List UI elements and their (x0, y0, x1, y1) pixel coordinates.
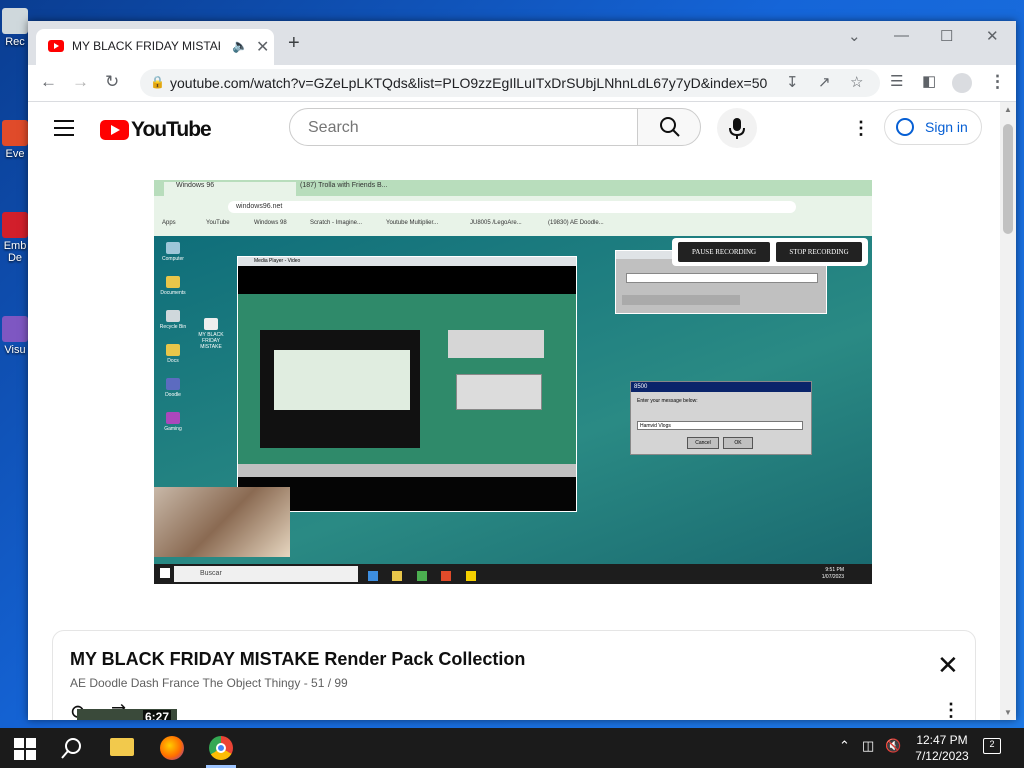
video-content-bookmark: Youtube Multiplier... (386, 220, 439, 226)
video-content-browser: Windows 96 (187) Trolla with Friends B..… (154, 180, 872, 236)
app-icon (2, 212, 28, 238)
maximize-button[interactable]: ☐ (940, 27, 953, 45)
app-icon (2, 120, 28, 146)
playlist-title[interactable]: MY BLACK FRIDAY MISTAKE Render Pack Coll… (70, 649, 525, 670)
desktop-icon-embarcadero[interactable]: Emb De (0, 212, 30, 264)
settings-more-icon[interactable]: ⋮ (852, 118, 870, 139)
app-icon (2, 316, 28, 342)
video-content-bookmark: Scratch - Imagine... (310, 220, 363, 226)
forward-arrow-icon[interactable]: → (72, 72, 89, 92)
video-content-bookmark: Apps (162, 220, 176, 226)
taskbar-search-button[interactable] (60, 736, 84, 760)
search-button[interactable] (637, 108, 701, 146)
browser-tab-active[interactable]: MY BLACK FRIDAY MISTAKE 🔈 ✕ (36, 29, 274, 65)
youtube-favicon-icon (48, 40, 64, 52)
browser-window: MY BLACK FRIDAY MISTAKE 🔈 ✕ + ⌄ — ☐ ✕ ← … (28, 21, 1016, 720)
network-icon[interactable]: ◫ (862, 738, 874, 754)
sign-in-button[interactable]: Sign in (884, 109, 982, 145)
video-content-cooking-thumbnail (154, 487, 290, 557)
page-scrollbar[interactable]: ▲ ▼ (1000, 102, 1016, 720)
search-icon (660, 117, 680, 137)
scroll-up-arrow-icon[interactable]: ▲ (1004, 105, 1012, 114)
youtube-play-icon (100, 120, 129, 140)
tab-search-chevron-icon[interactable]: ⌄ (848, 27, 861, 45)
lock-icon[interactable]: 🔒 (150, 75, 165, 89)
search-input[interactable] (306, 118, 610, 138)
search-box (289, 108, 638, 146)
bookmark-star-icon[interactable]: ☆ (850, 73, 863, 91)
account-icon (896, 118, 914, 136)
video-player[interactable]: Windows 96 (187) Trolla with Friends B..… (154, 180, 872, 584)
video-content-recording-controls: PAUSE RECORDING STOP RECORDING (672, 238, 868, 266)
desktop-icon-visual-studio[interactable]: Visu (0, 316, 30, 356)
playlist-position: 51 / 99 (311, 676, 348, 690)
youtube-masthead: YouTube ⋮ Sign in (28, 102, 1000, 158)
video-content-stop-recording: STOP RECORDING (776, 242, 862, 262)
speaker-icon[interactable]: 🔈 (232, 38, 248, 54)
video-content-tab: (187) Trolla with Friends B... (300, 182, 388, 189)
video-content-message-dialog: 8500 Enter your message below: Hamvid Vl… (630, 381, 812, 455)
back-arrow-icon[interactable]: ← (40, 72, 57, 92)
volume-muted-icon[interactable]: 🔇 (885, 738, 901, 754)
playlist-meta: AE Doodle Dash France The Object Thingy … (70, 676, 348, 690)
taskbar-clock[interactable]: 12:47 PM 7/12/2023 (908, 732, 976, 764)
video-content-bookmark: (19830) AE Doodle... (548, 220, 604, 226)
minimize-button[interactable]: — (894, 27, 909, 44)
playlist-panel: MY BLACK FRIDAY MISTAKE Render Pack Coll… (52, 630, 976, 720)
desktop-icon-recycle-bin[interactable]: Rec (0, 8, 30, 48)
browser-toolbar: ← → ↻ 🔒 youtube.com/watch?v=GZeLpLKTQds&… (28, 65, 1016, 102)
share-icon[interactable]: ↗ (818, 73, 831, 91)
scrollbar-thumb[interactable] (1003, 124, 1013, 234)
video-content-bookmark: YouTube (206, 220, 230, 226)
close-window-button[interactable]: ✕ (986, 27, 999, 45)
profile-avatar-icon[interactable] (952, 73, 972, 93)
install-icon[interactable]: ↧ (786, 73, 799, 91)
video-content-address: windows96.net (228, 201, 796, 213)
video-content-taskbar: Buscar 9:51 PM 1/07/2023 (154, 564, 872, 584)
tab-strip: MY BLACK FRIDAY MISTAKE 🔈 ✕ + ⌄ — ☐ ✕ (28, 21, 1016, 65)
video-content-tab: Windows 96 (164, 182, 296, 196)
chrome-icon[interactable] (209, 736, 233, 760)
tab-title: MY BLACK FRIDAY MISTAKE (72, 39, 220, 53)
hamburger-menu-icon[interactable] (54, 120, 74, 136)
scroll-down-arrow-icon[interactable]: ▼ (1004, 708, 1012, 717)
windows-taskbar: ⌃ ◫ 🔇 12:47 PM 7/12/2023 2 (0, 728, 1024, 768)
reload-icon[interactable]: ↻ (105, 72, 119, 92)
playlist-item-thumbnail[interactable]: 6:27 (77, 709, 177, 720)
start-button[interactable] (14, 736, 38, 760)
media-control-icon[interactable]: ☰ (890, 72, 903, 92)
playlist-channel[interactable]: AE Doodle Dash France The Object Thingy (70, 676, 300, 690)
recycle-bin-icon (2, 8, 28, 34)
notification-center-icon[interactable]: 2 (983, 738, 1001, 754)
video-content-bookmark: JU8005 /LegoAre... (470, 220, 522, 226)
video-duration: 6:27 (142, 710, 171, 720)
youtube-page: YouTube ⋮ Sign in (28, 102, 1000, 720)
file-explorer-icon[interactable] (110, 738, 134, 756)
chrome-menu-icon[interactable]: ⋮ (989, 72, 1006, 92)
tray-chevron-icon[interactable]: ⌃ (839, 738, 850, 754)
video-content-media-player: Media Player - Video (237, 256, 577, 512)
video-content-pause-recording: PAUSE RECORDING (678, 242, 770, 262)
new-tab-button[interactable]: + (288, 33, 300, 53)
search-icon (61, 738, 81, 759)
microphone-icon (729, 118, 745, 139)
firefox-icon[interactable] (160, 736, 184, 760)
video-content-bookmark: Windows 98 (254, 220, 287, 226)
address-bar[interactable]: 🔒 youtube.com/watch?v=GZeLpLKTQds&list=P… (140, 69, 880, 97)
voice-search-button[interactable] (717, 108, 757, 148)
close-playlist-icon[interactable]: ✕ (937, 652, 959, 678)
desktop-icon-everything[interactable]: Eve (0, 120, 30, 160)
close-tab-icon[interactable]: ✕ (256, 37, 269, 57)
playlist-more-icon[interactable]: ⋮ (942, 700, 960, 720)
url-text[interactable]: youtube.com/watch?v=GZeLpLKTQds&list=PLO… (170, 75, 767, 91)
side-panel-icon[interactable]: ◧ (922, 72, 936, 92)
